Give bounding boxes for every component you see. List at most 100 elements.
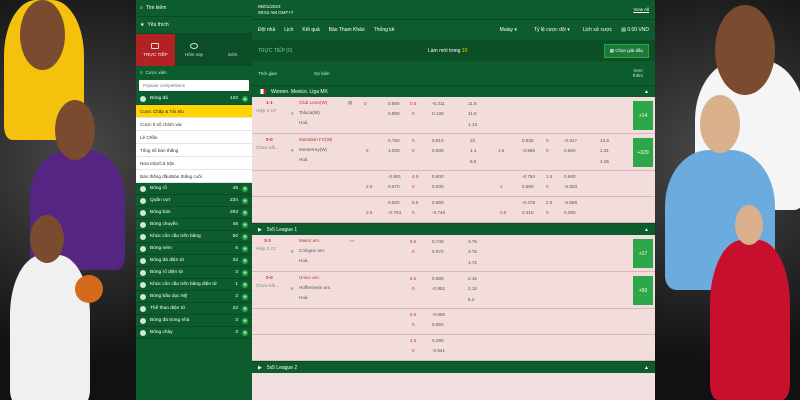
star-icon[interactable]: ★ bbox=[290, 249, 294, 255]
odds-value[interactable]: 0.310 bbox=[522, 210, 534, 215]
chevron-down-icon[interactable]: ▼ bbox=[242, 221, 248, 228]
odds-value[interactable]: 0.890 bbox=[388, 111, 400, 116]
odds-value[interactable]: 3.75 bbox=[468, 239, 477, 244]
competition-search-input[interactable] bbox=[139, 80, 249, 91]
odds-value[interactable]: 0.290 bbox=[432, 338, 444, 343]
odds-value[interactable]: 4.05 bbox=[600, 159, 609, 164]
more-markets-button[interactable]: +329 bbox=[633, 138, 653, 167]
nav-reference[interactable]: Bảo Tham Khảo bbox=[329, 27, 365, 33]
odds-value[interactable]: 1.72 bbox=[468, 260, 477, 265]
sport-item[interactable]: Khúc côn cầu trên băng điện tử 1 ▼ bbox=[136, 279, 252, 291]
sport-item[interactable]: Bóng bầu dục Mỹ 2 ▼ bbox=[136, 291, 252, 303]
submenu-item[interactable]: Nửa trận/Cả trận bbox=[136, 157, 252, 170]
chevron-up-icon[interactable]: ▲ bbox=[644, 227, 649, 233]
odds-value[interactable]: -0.541 bbox=[432, 348, 445, 353]
odds-value[interactable]: 11.6 bbox=[468, 111, 477, 116]
nav-results[interactable]: Kết quả bbox=[302, 27, 319, 33]
chevron-down-icon[interactable]: ▼ bbox=[242, 317, 248, 324]
odds-value[interactable]: 0.630 bbox=[522, 138, 534, 143]
chevron-down-icon[interactable]: ▼ bbox=[242, 329, 248, 336]
sport-item[interactable]: Bóng ném 6 ▼ bbox=[136, 243, 252, 255]
odds-value[interactable]: 0.520 bbox=[388, 200, 400, 205]
more-markets-button[interactable]: +17 bbox=[633, 239, 653, 268]
nav-schedule[interactable]: Lịch bbox=[284, 27, 293, 33]
odds-value[interactable]: -0.568 bbox=[564, 200, 577, 205]
more-markets-button[interactable]: +50 bbox=[633, 276, 653, 305]
odds-value[interactable]: -0.211 bbox=[432, 101, 445, 106]
odds-value[interactable]: 1.13 bbox=[468, 122, 477, 127]
odds-value[interactable]: 0.560 bbox=[432, 200, 444, 205]
odds-value[interactable]: 8.5 bbox=[470, 159, 476, 164]
odds-type-select[interactable]: Tỷ lệ cược dội ▾ bbox=[530, 25, 574, 35]
odds-value[interactable]: 1.31 bbox=[600, 148, 609, 153]
chevron-down-icon[interactable]: ▼ bbox=[242, 245, 248, 252]
nav-home-team[interactable]: Đội nhà bbox=[258, 27, 275, 33]
chevron-down-icon[interactable]: ▼ bbox=[242, 293, 248, 300]
chevron-down-icon[interactable]: ▼ bbox=[242, 269, 248, 276]
odds-value[interactable]: 0.890 bbox=[388, 101, 400, 106]
tab-live[interactable]: TRỰC TIẾP bbox=[136, 34, 175, 66]
chevron-up-icon[interactable]: ▲ bbox=[644, 89, 649, 95]
sport-item[interactable]: Bóng chuyền 45 ▼ bbox=[136, 219, 252, 231]
odds-value[interactable]: -0.794 bbox=[522, 174, 535, 179]
odds-value[interactable]: 11.6 bbox=[468, 101, 477, 106]
odds-value[interactable]: 0.550 bbox=[432, 322, 444, 327]
chevron-up-icon[interactable]: ▲ bbox=[242, 95, 248, 102]
odds-value[interactable]: 2.15 bbox=[468, 286, 477, 291]
tab-today[interactable]: Hôm nay bbox=[175, 34, 214, 66]
star-icon[interactable]: ★ bbox=[290, 286, 294, 292]
chevron-down-icon[interactable]: ▼ bbox=[242, 185, 248, 192]
odds-value[interactable]: -0.952 bbox=[432, 286, 445, 291]
odds-value[interactable]: 0.810 bbox=[432, 138, 444, 143]
odds-value[interactable]: 1.1 bbox=[470, 148, 476, 153]
odds-value[interactable]: 0.750 bbox=[388, 138, 400, 143]
odds-value[interactable]: 22 bbox=[470, 138, 475, 143]
language-select[interactable]: Malay ▾ bbox=[496, 25, 521, 35]
wallet[interactable]: ▤ 0.00 VND bbox=[621, 27, 649, 33]
nav-statistics[interactable]: Thống kê bbox=[374, 27, 395, 33]
odds-value[interactable]: 0.600 bbox=[564, 174, 576, 179]
tab-early[interactable]: Sớm bbox=[213, 34, 252, 66]
sidebar-favorites[interactable]: ★ Yêu thích bbox=[136, 17, 252, 34]
chevron-down-icon[interactable]: ▼ bbox=[242, 257, 248, 264]
submenu-item[interactable]: Lẻ Chẵn bbox=[136, 131, 252, 144]
odds-value[interactable]: -0.901 bbox=[388, 174, 401, 179]
sport-item[interactable]: Thể thao điện tử 22 ▼ bbox=[136, 303, 252, 315]
odds-value[interactable]: 0.600 bbox=[432, 174, 444, 179]
odds-value[interactable]: -0.746 bbox=[432, 210, 445, 215]
odds-value[interactable]: 0.740 bbox=[432, 239, 444, 244]
more-markets-button[interactable]: +14 bbox=[633, 101, 653, 130]
odds-value[interactable]: 1.000 bbox=[388, 148, 400, 153]
stats-icon[interactable]: ▤ bbox=[348, 100, 352, 106]
chevron-down-icon[interactable]: ▼ bbox=[242, 197, 248, 204]
odds-value[interactable]: 0.660 bbox=[564, 148, 576, 153]
odds-value[interactable]: 0.930 bbox=[432, 148, 444, 153]
sport-item[interactable]: Bóng đá trong nhà 3 ▼ bbox=[136, 315, 252, 327]
odds-value[interactable]: 0.560 bbox=[522, 184, 534, 189]
chevron-down-icon[interactable]: ▼ bbox=[242, 209, 248, 216]
sport-item[interactable]: Bóng đá điện tử 32 ▼ bbox=[136, 255, 252, 267]
odds-value[interactable]: -0.885 bbox=[522, 148, 535, 153]
chevron-down-icon[interactable]: ▼ bbox=[242, 305, 248, 312]
sport-item[interactable]: Quần vợt 234 ▼ bbox=[136, 195, 252, 207]
sport-item-football[interactable]: Bóng đá 120 ▲ bbox=[136, 93, 252, 105]
odds-value[interactable]: 3.75 bbox=[468, 249, 477, 254]
odds-value[interactable]: 0.390 bbox=[564, 210, 576, 215]
sport-item[interactable]: Bóng rổ 45 ▼ bbox=[136, 183, 252, 195]
tv-icon[interactable]: ▭ bbox=[350, 238, 354, 244]
odds-value[interactable]: 0.670 bbox=[388, 184, 400, 189]
odds-value[interactable]: 0.680 bbox=[432, 276, 444, 281]
submenu-item[interactable]: Tổng số bàn thắng bbox=[136, 144, 252, 157]
odds-value[interactable]: -0.917 bbox=[564, 138, 577, 143]
odds-value[interactable]: 5.2 bbox=[468, 297, 474, 302]
star-icon[interactable]: ★ bbox=[290, 111, 294, 117]
sport-item[interactable]: Bóng rổ điện tử 3 ▼ bbox=[136, 267, 252, 279]
league-header[interactable]: ▶ 5x5 League 2 ▲ bbox=[252, 361, 655, 373]
chevron-up-icon[interactable]: ▲ bbox=[644, 365, 649, 371]
submenu-item[interactable]: Cược tỉ số chính xác bbox=[136, 118, 252, 131]
odds-value[interactable]: 0.630 bbox=[432, 184, 444, 189]
odds-value[interactable]: -0.800 bbox=[432, 312, 445, 317]
odds-value[interactable]: 13.8 bbox=[600, 138, 609, 143]
star-icon[interactable]: ★ bbox=[290, 148, 294, 154]
league-header[interactable]: ▶ 5x5 League 1 ▲ bbox=[252, 223, 655, 235]
